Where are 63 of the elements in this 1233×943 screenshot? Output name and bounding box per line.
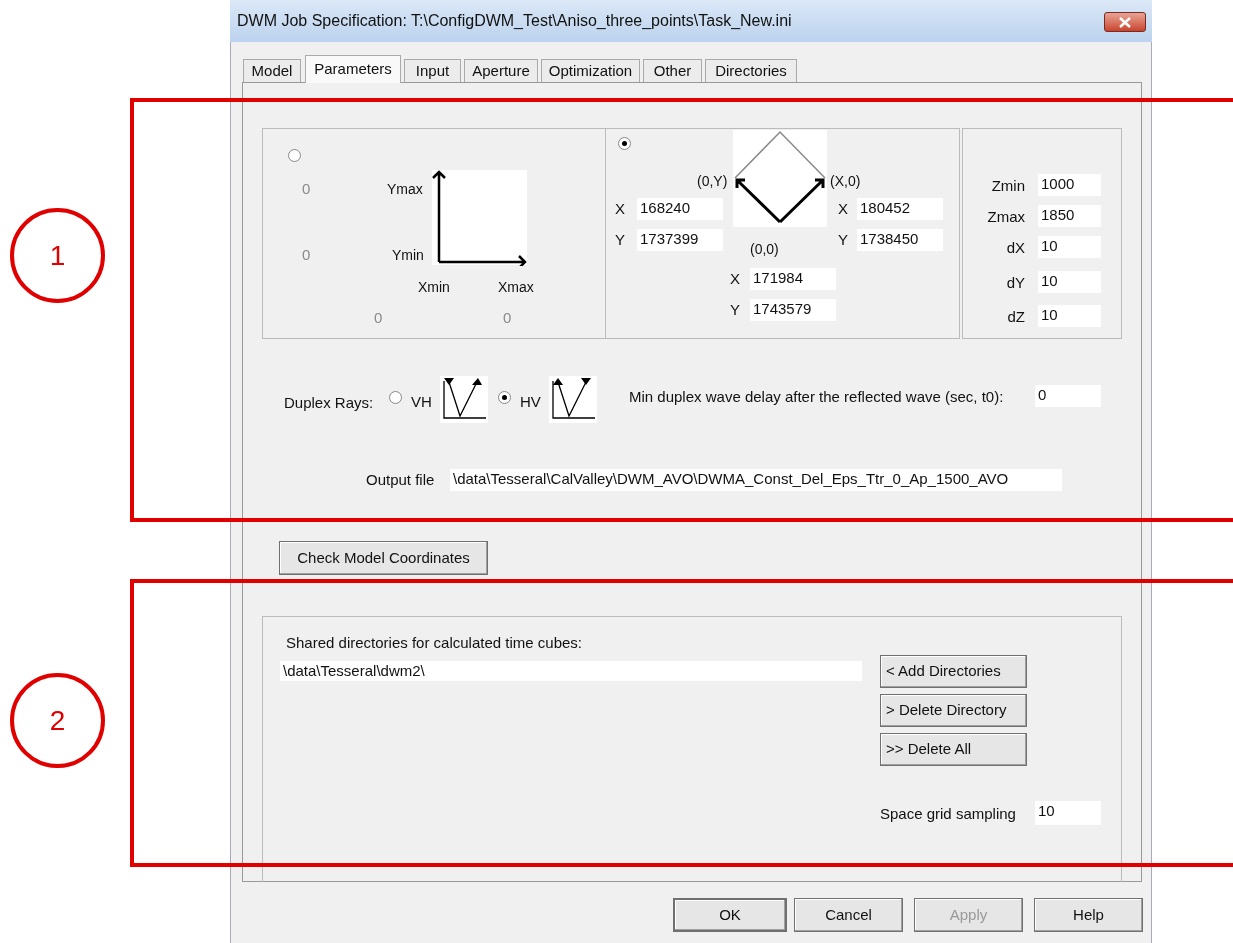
text-field[interactable]: 168240 bbox=[637, 198, 723, 220]
field-label: X bbox=[730, 270, 740, 288]
close-button[interactable] bbox=[1104, 12, 1146, 32]
text-field[interactable]: 1737399 bbox=[637, 229, 723, 251]
text-field[interactable]: 180452 bbox=[857, 198, 943, 220]
field-label: Min duplex wave delay after the reflected wave (sec, t0): bbox=[629, 388, 1004, 406]
tab[interactable]: Parameters bbox=[305, 55, 401, 83]
text-field[interactable]: 1743579 bbox=[750, 299, 836, 321]
field-label: X bbox=[838, 200, 848, 218]
value-label: 0 bbox=[302, 180, 311, 198]
axis-label: Ymin bbox=[392, 246, 424, 264]
field-label: Output file bbox=[366, 471, 435, 489]
text-field[interactable]: 1850 bbox=[1038, 205, 1101, 227]
axis-label: Xmax bbox=[498, 278, 534, 296]
ray-path-icon bbox=[549, 376, 597, 423]
point-label: (0,Y) bbox=[697, 172, 728, 190]
text-field[interactable]: 1738450 bbox=[857, 229, 943, 251]
tab[interactable]: Other bbox=[643, 59, 702, 82]
button[interactable]: OK bbox=[673, 898, 787, 932]
close-icon bbox=[1119, 16, 1131, 28]
text-field[interactable]: 10 bbox=[1038, 305, 1101, 327]
text-field[interactable]: 10 bbox=[1038, 271, 1101, 293]
button[interactable]: >> Delete All bbox=[880, 733, 1027, 766]
point-label: (X,0) bbox=[830, 172, 861, 190]
option-label: HV bbox=[520, 393, 541, 411]
tab[interactable]: Input bbox=[404, 59, 461, 82]
text-field[interactable]: \data\Tesseral\CalValley\DWM_AVO\DWMA_Const_Del_Eps_Ttr_0_Ap_1500_AVO bbox=[450, 469, 1062, 491]
list-item[interactable]: \data\Tesseral\dwm2\ bbox=[280, 661, 862, 681]
window-title: DWM Job Specification: T:\ConfigDWM_Test\Aniso_three_points\Task_New.ini bbox=[237, 12, 792, 30]
field-label: dZ bbox=[1006, 308, 1025, 326]
text-field[interactable]: 10 bbox=[1038, 236, 1101, 258]
field-label: Space grid sampling bbox=[880, 805, 1016, 823]
tab[interactable]: Model bbox=[243, 59, 301, 82]
field-label: Y bbox=[615, 231, 625, 249]
tab[interactable]: Directories bbox=[705, 59, 797, 82]
text-field[interactable]: 0 bbox=[1035, 385, 1101, 407]
field-label: Y bbox=[730, 301, 740, 319]
field-label: Zmax bbox=[986, 208, 1025, 226]
value-label: 0 bbox=[374, 309, 383, 327]
text-field[interactable]: 1000 bbox=[1038, 174, 1101, 196]
field-label: dX bbox=[1005, 239, 1025, 257]
button[interactable]: Help bbox=[1034, 898, 1143, 932]
field-label: dY bbox=[1005, 274, 1025, 292]
ray-path-icon bbox=[440, 376, 488, 423]
tab[interactable]: Optimization bbox=[541, 59, 640, 82]
button[interactable]: > Delete Directory bbox=[880, 694, 1027, 727]
button[interactable]: Cancel bbox=[794, 898, 903, 932]
field-label: Zmin bbox=[990, 177, 1025, 195]
value-label: 0 bbox=[503, 309, 512, 327]
tab[interactable]: Aperture bbox=[464, 59, 538, 82]
option-label: VH bbox=[411, 393, 432, 411]
text-field[interactable]: 171984 bbox=[750, 268, 836, 290]
button[interactable]: < Add Directories bbox=[880, 655, 1027, 688]
text-field[interactable]: 10 bbox=[1035, 801, 1101, 825]
field-label: Duplex Rays: bbox=[284, 394, 374, 412]
button[interactable]: Check Model Coordinates bbox=[279, 541, 488, 575]
field-label: Y bbox=[838, 231, 848, 249]
field-label: X bbox=[615, 200, 625, 218]
point-label: (0,0) bbox=[750, 240, 779, 258]
value-label: 0 bbox=[302, 246, 311, 264]
axis-label: Xmin bbox=[418, 278, 450, 296]
axis-label: Ymax bbox=[387, 180, 423, 198]
group-label: Shared directories for calculated time cubes: bbox=[286, 634, 582, 652]
